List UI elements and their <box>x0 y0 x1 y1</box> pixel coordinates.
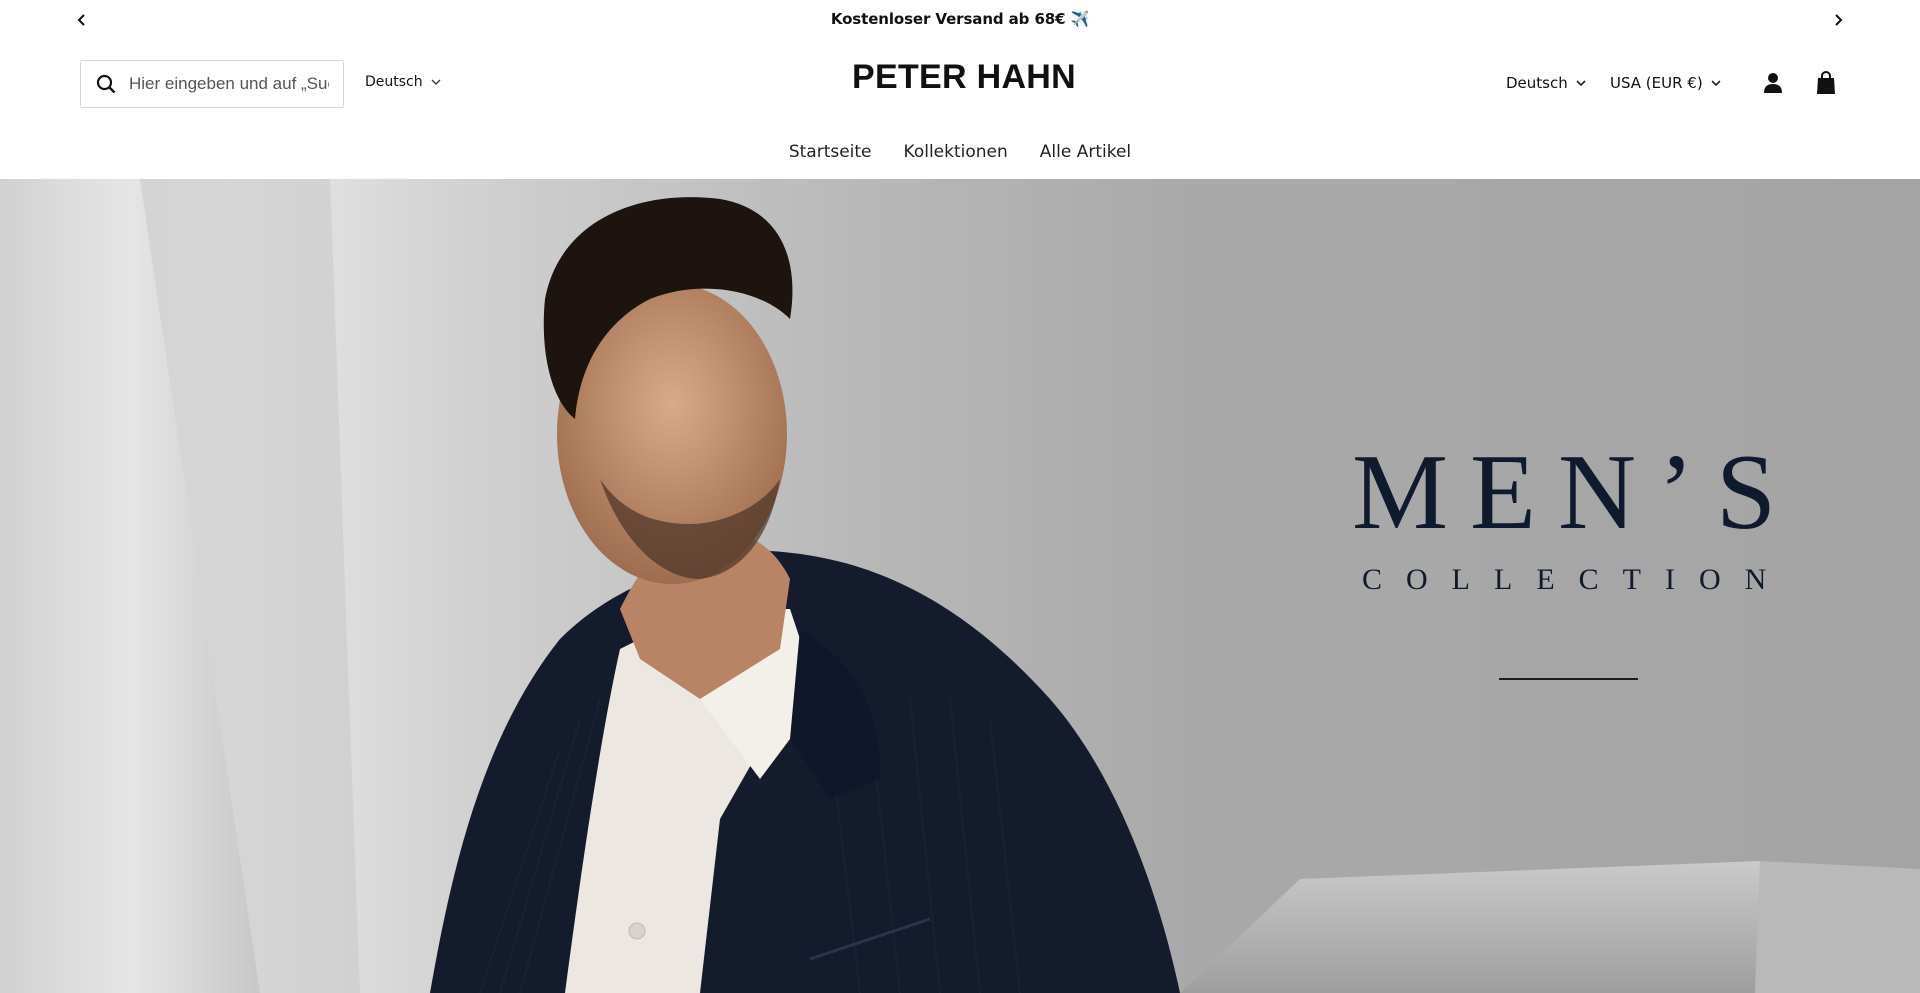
currency-selector[interactable]: USA (EUR €) <box>1610 74 1721 92</box>
chevron-right-icon <box>1835 14 1843 26</box>
main-navigation: Startseite Kollektionen Alle Artikel <box>0 142 1920 162</box>
hero-title: MEN’S <box>1352 433 1799 552</box>
user-icon[interactable] <box>1762 72 1784 94</box>
chevron-down-icon <box>1711 79 1721 86</box>
nav-item-startseite[interactable]: Startseite <box>789 142 872 162</box>
nav-item-kollektionen[interactable]: Kollektionen <box>904 142 1008 162</box>
shopping-bag-icon[interactable] <box>1815 71 1837 95</box>
chevron-down-icon <box>1576 79 1586 86</box>
hero-banner[interactable]: MEN’S COLLECTION <box>0 179 1920 993</box>
nav-item-alle-artikel[interactable]: Alle Artikel <box>1040 142 1131 162</box>
currency-label: USA (EUR €) <box>1610 74 1703 92</box>
hero-subtitle: COLLECTION <box>1362 563 1791 596</box>
language-selector-right[interactable]: Deutsch <box>1506 74 1586 92</box>
announcement-next-button[interactable] <box>1828 11 1848 29</box>
hero-divider <box>1499 678 1638 680</box>
announcement-bar: Kostenloser Versand ab 68€ ✈️ <box>0 0 1920 40</box>
announcement-text: Kostenloser Versand ab 68€ ✈️ <box>830 10 1090 28</box>
language-label: Deutsch <box>1506 74 1568 92</box>
